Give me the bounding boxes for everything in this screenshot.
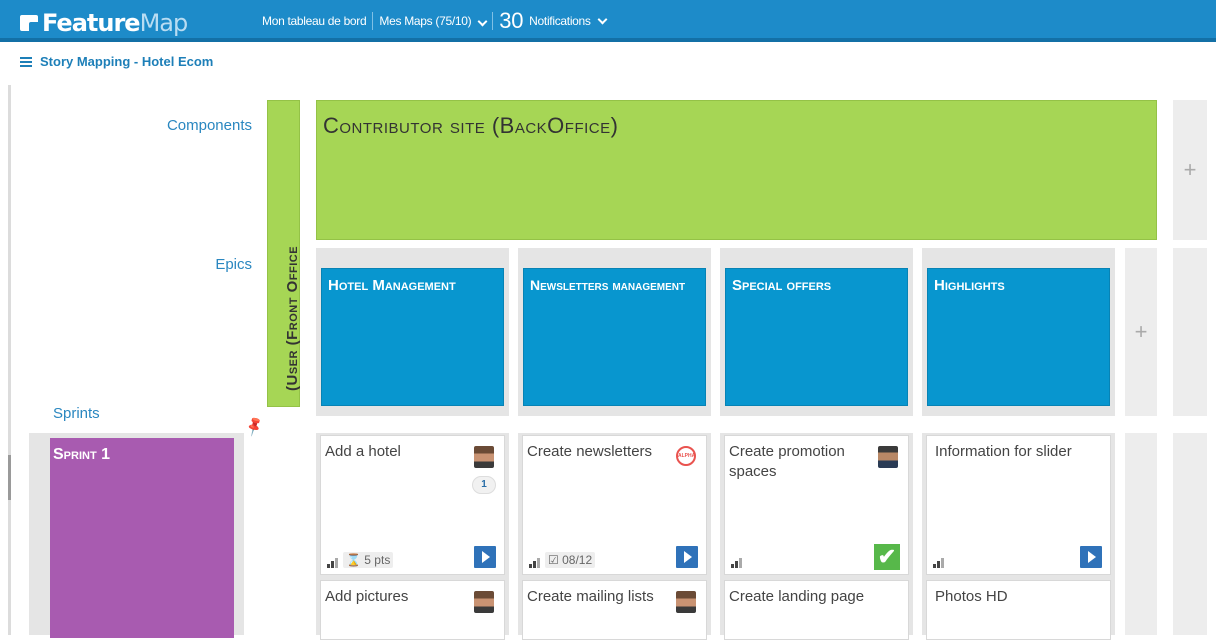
story-points: 5 pts: [364, 553, 391, 567]
comment-count-icon[interactable]: 1: [472, 476, 496, 494]
check-icon[interactable]: ✔: [874, 544, 900, 570]
hourglass-icon: ⌛: [346, 553, 361, 567]
add-component-button[interactable]: +: [1173, 100, 1207, 240]
story-card[interactable]: Create promotion spaces ✔: [724, 435, 909, 575]
story-title: Information for slider: [935, 443, 1072, 460]
logo-icon: [20, 15, 38, 31]
epic-card[interactable]: Special offers: [725, 268, 908, 406]
calendar-icon: ☑: [548, 553, 559, 567]
logo-main: Feature: [42, 9, 141, 37]
story-title: Add pictures: [325, 588, 409, 605]
story-column: Create newsletters ALPHA ☑ 08/12 Create …: [518, 433, 711, 640]
chevron-down-icon: [597, 14, 608, 24]
nav-dashboard-link[interactable]: Mon tableau de bord: [262, 14, 367, 28]
plus-icon: +: [1183, 157, 1197, 182]
flag-icon[interactable]: [1080, 546, 1102, 568]
top-bar: FeatureMap Mon tableau de bord Mes Maps …: [0, 0, 1216, 42]
due-date: 08/12: [562, 553, 593, 567]
story-title: Create promotion spaces: [729, 443, 845, 480]
priority-signal-icon: [327, 558, 339, 568]
nav-maps-label: Mes Maps (75/10): [379, 14, 472, 28]
add-story-column[interactable]: [1125, 433, 1157, 635]
epic-slot: Special offers: [720, 248, 913, 416]
row-label-components: Components: [166, 117, 252, 134]
story-card[interactable]: Photos HD: [926, 580, 1111, 640]
nav-divider: [372, 12, 374, 30]
alpha-badge-icon: ALPHA: [676, 446, 696, 466]
notification-count: 30: [499, 8, 524, 33]
nav-divider: [492, 12, 494, 30]
story-title: Create mailing lists: [527, 588, 654, 605]
story-card[interactable]: Create mailing lists: [522, 580, 707, 640]
story-card[interactable]: Information for slider: [926, 435, 1111, 575]
flag-icon[interactable]: [676, 546, 698, 568]
priority-signal-icon: [529, 558, 541, 568]
logo-text: FeatureMap: [42, 9, 189, 37]
story-title: Photos HD: [935, 588, 1008, 605]
flag-icon[interactable]: [474, 546, 496, 568]
list-icon: [20, 56, 32, 67]
add-column-area[interactable]: [1173, 433, 1207, 635]
nav-maps-dropdown[interactable]: Mes Maps (75/10): [379, 14, 488, 28]
due-date-badge: ☑ 08/12: [545, 552, 596, 568]
component-title: Contributor site (BackOffice): [323, 113, 619, 138]
epic-card[interactable]: Highlights: [927, 268, 1110, 406]
plus-icon: +: [1134, 319, 1148, 344]
avatar: [474, 591, 494, 613]
add-column-area[interactable]: [1173, 248, 1207, 416]
component-contributor-site[interactable]: Contributor site (BackOffice): [316, 100, 1157, 240]
nav-notifications-dropdown[interactable]: 30 Notifications: [499, 8, 608, 34]
component-user-front-office[interactable]: (User (Front Office: [267, 100, 301, 407]
pin-icon[interactable]: 📌: [243, 415, 267, 438]
left-rail: [8, 85, 11, 635]
nav: Mon tableau de bord Mes Maps (75/10) 30 N…: [262, 0, 608, 42]
story-card[interactable]: Create newsletters ALPHA ☑ 08/12: [522, 435, 707, 575]
epic-card[interactable]: Newsletters management: [523, 268, 706, 406]
logo-accent: Map: [139, 9, 189, 37]
page-title: Story Mapping - Hotel Ecom: [40, 54, 214, 69]
chevron-down-icon: [477, 16, 488, 27]
story-card[interactable]: Create landing page: [724, 580, 909, 640]
sprint-column: Sprint 1: [29, 433, 244, 638]
resize-handle[interactable]: [8, 455, 11, 500]
story-card[interactable]: Add a hotel 1 ⌛ 5 pts: [320, 435, 505, 575]
logo[interactable]: FeatureMap: [20, 9, 189, 37]
epic-slot: Hotel Management: [316, 248, 509, 416]
priority-signal-icon: [933, 558, 945, 568]
sprint-card[interactable]: Sprint 1: [50, 438, 234, 638]
epic-slot: Highlights: [922, 248, 1115, 416]
priority-signal-icon: [731, 558, 743, 568]
avatar: [676, 591, 696, 613]
nav-notifications-label: Notifications: [529, 14, 591, 28]
story-title: Add a hotel: [325, 443, 401, 460]
avatar: [474, 446, 494, 468]
epic-slot: Newsletters management: [518, 248, 711, 416]
row-label-epics: Epics: [215, 256, 252, 273]
story-column: Add a hotel 1 ⌛ 5 pts Add pictures: [316, 433, 509, 640]
avatar: [878, 446, 898, 468]
row-label-sprints: Sprints: [53, 405, 100, 422]
story-column: Create promotion spaces ✔ Create landing…: [720, 433, 913, 640]
story-points-badge: ⌛ 5 pts: [343, 552, 394, 568]
component-vertical-title: (User (Front Office: [284, 245, 301, 391]
story-card[interactable]: Add pictures: [320, 580, 505, 640]
add-epic-button[interactable]: +: [1125, 248, 1157, 416]
story-title: Create landing page: [729, 588, 865, 605]
epic-card[interactable]: Hotel Management: [321, 268, 504, 406]
breadcrumb[interactable]: Story Mapping - Hotel Ecom: [20, 54, 213, 69]
story-column: Information for slider Photos HD: [922, 433, 1115, 640]
story-title: Create newsletters: [527, 443, 653, 460]
